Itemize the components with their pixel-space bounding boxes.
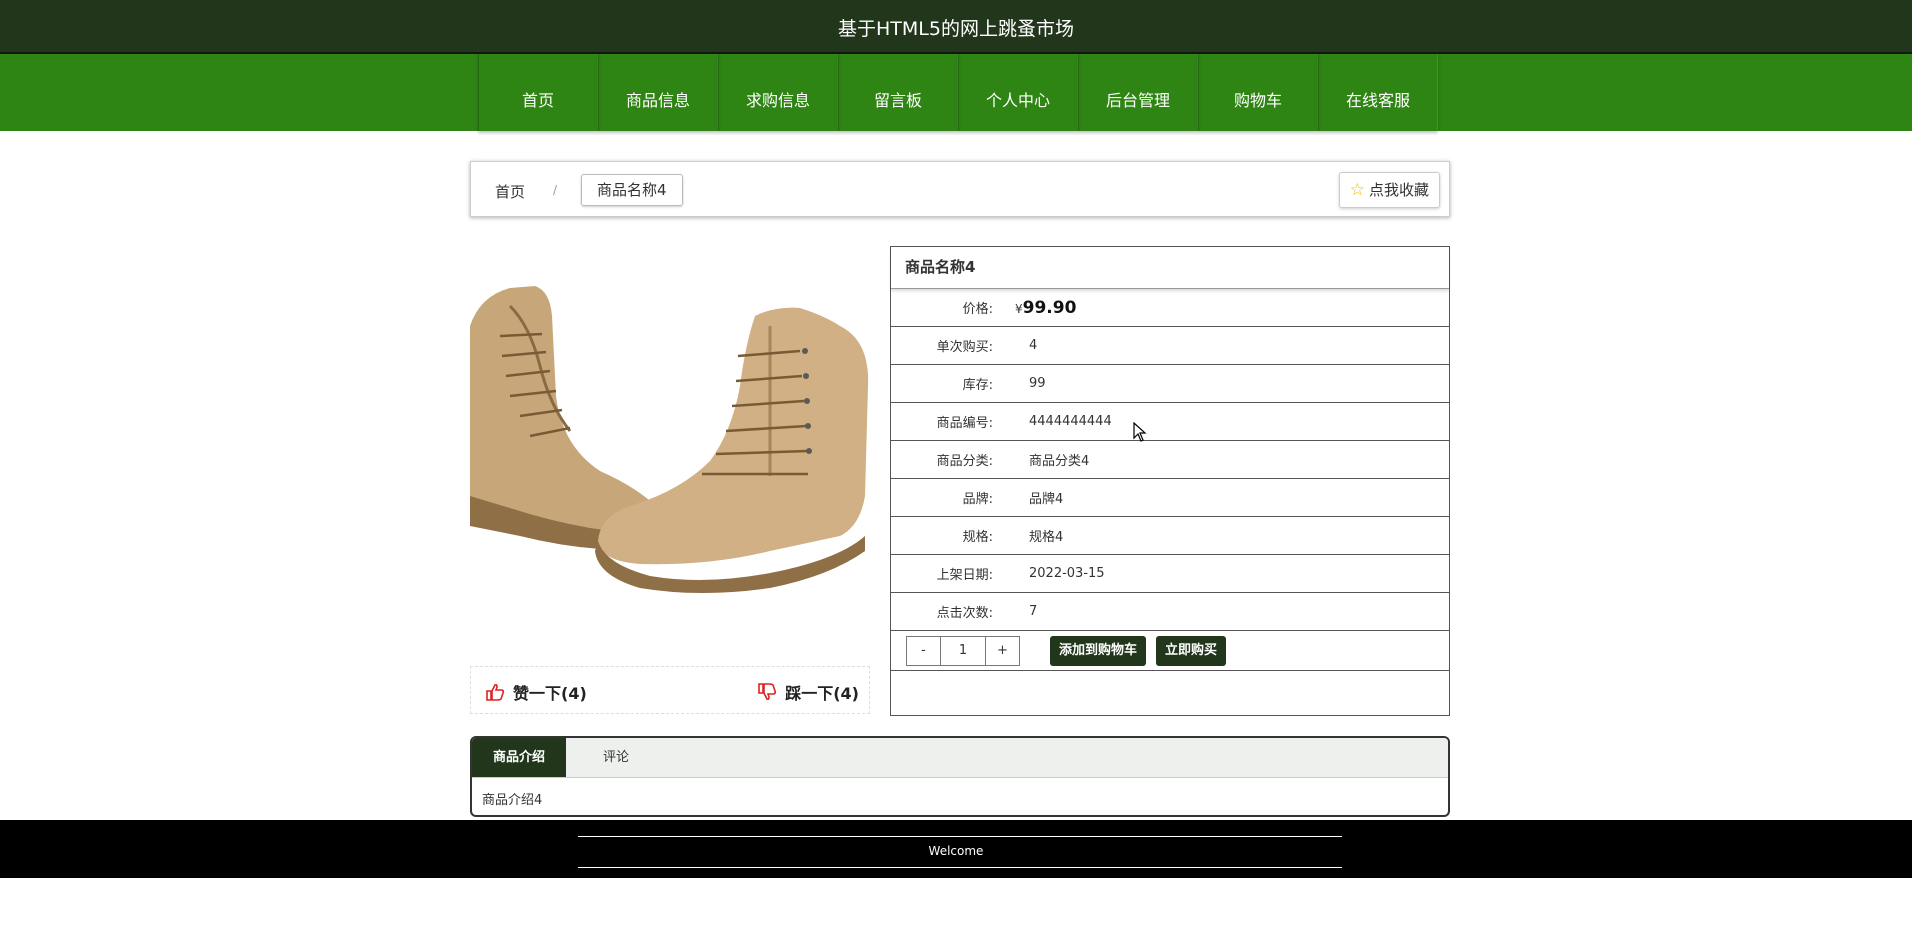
- thumbs-up-icon: [486, 683, 505, 701]
- price-row: 价格: ¥99.90: [891, 289, 1449, 327]
- site-title: 基于HTML5的网上跳蚤市场: [838, 18, 1074, 40]
- quantity-increase-button[interactable]: +: [986, 637, 1019, 665]
- footer-text: Welcome: [928, 844, 984, 858]
- info-value: 2022-03-15: [1029, 566, 1105, 581]
- price-label: 价格:: [962, 302, 993, 317]
- vote-bar: 赞一下(4) 踩一下(4): [470, 666, 870, 714]
- info-label: 单次购买:: [936, 340, 993, 355]
- product-image: [470, 246, 870, 646]
- footer-divider: [578, 836, 1342, 837]
- quantity-decrease-button[interactable]: -: [907, 637, 940, 665]
- info-value: 7: [1029, 604, 1038, 619]
- nav-item-products[interactable]: 商品信息: [598, 54, 718, 131]
- like-button[interactable]: 赞一下(4): [485, 680, 587, 704]
- info-row: 品牌: 品牌4: [891, 479, 1449, 517]
- nav-item-wanted[interactable]: 求购信息: [718, 54, 838, 131]
- tab-header: 商品介绍 评论: [472, 738, 1448, 778]
- buy-now-button[interactable]: 立即购买: [1156, 635, 1227, 666]
- info-label: 商品编号:: [936, 416, 993, 431]
- info-row: 上架日期: 2022-03-15: [891, 555, 1449, 593]
- info-value: 规格4: [1029, 530, 1064, 545]
- mouse-cursor-icon: [1133, 422, 1147, 442]
- thumbs-down-icon: [758, 683, 777, 701]
- favorite-label: 点我收藏: [1368, 181, 1429, 199]
- info-value: 4: [1029, 338, 1038, 353]
- quantity-input[interactable]: 1: [940, 636, 986, 665]
- breadcrumb-home-link[interactable]: 首页: [495, 181, 525, 202]
- product-info-panel: 商品名称4 价格: ¥99.90 单次购买: 4 库存: 99 商品编号: 44…: [890, 246, 1450, 716]
- info-row: 单次购买: 4: [891, 327, 1449, 365]
- star-icon: ☆: [1349, 180, 1365, 200]
- info-label: 商品分类:: [936, 454, 993, 469]
- info-value: 商品分类4: [1029, 454, 1090, 469]
- currency-symbol: ¥: [1015, 301, 1023, 316]
- tab-product-intro[interactable]: 商品介绍: [472, 738, 566, 777]
- nav-item-user-center[interactable]: 个人中心: [958, 54, 1078, 131]
- info-row: 规格: 规格4: [891, 517, 1449, 555]
- info-row: 库存: 99: [891, 365, 1449, 403]
- nav-item-admin[interactable]: 后台管理: [1078, 54, 1198, 131]
- info-label: 品牌:: [962, 492, 993, 507]
- info-label: 规格:: [962, 530, 993, 545]
- footer: Welcome: [0, 820, 1912, 878]
- top-header: 基于HTML5的网上跳蚤市场: [0, 0, 1912, 54]
- nav-list: 首页 商品信息 求购信息 留言板 个人中心 后台管理 购物车 在线客服: [478, 54, 1438, 131]
- price-number: 99.90: [1022, 297, 1077, 318]
- add-to-cart-button[interactable]: 添加到购物车: [1050, 635, 1147, 666]
- nav-item-online-service[interactable]: 在线客服: [1318, 54, 1438, 131]
- dislike-button[interactable]: 踩一下(4): [757, 680, 859, 704]
- tab-content: 商品介绍4: [482, 793, 543, 808]
- quantity-stepper: - 1 +: [906, 635, 1020, 666]
- info-value: 品牌4: [1029, 492, 1064, 507]
- info-row: 商品编号: 4444444444: [891, 403, 1449, 441]
- main-nav: 首页 商品信息 求购信息 留言板 个人中心 后台管理 购物车 在线客服: [0, 54, 1912, 131]
- breadcrumb: 首页 / 商品名称4 ☆ 点我收藏: [470, 161, 1450, 217]
- info-row: 点击次数: 7: [891, 593, 1449, 631]
- footer-divider: [578, 867, 1342, 868]
- dislike-label: 踩一下(4): [785, 684, 859, 703]
- favorite-button[interactable]: ☆ 点我收藏: [1338, 172, 1440, 208]
- price-value: ¥99.90: [1015, 298, 1076, 318]
- info-value: 4444444444: [1029, 414, 1112, 429]
- nav-item-message-board[interactable]: 留言板: [838, 54, 958, 131]
- info-value: 99: [1029, 376, 1046, 391]
- nav-item-cart[interactable]: 购物车: [1198, 54, 1318, 131]
- buy-row: - 1 + 添加到购物车 立即购买: [891, 631, 1449, 671]
- info-label: 库存:: [962, 378, 993, 393]
- like-label: 赞一下(4): [513, 684, 587, 703]
- breadcrumb-separator: /: [553, 183, 558, 197]
- tab-comments[interactable]: 评论: [566, 738, 666, 777]
- product-name: 商品名称4: [891, 247, 1449, 289]
- info-label: 点击次数:: [936, 606, 993, 621]
- nav-item-home[interactable]: 首页: [478, 54, 598, 131]
- info-label: 上架日期:: [936, 568, 993, 583]
- boots-illustration: [470, 286, 869, 593]
- info-row: 商品分类: 商品分类4: [891, 441, 1449, 479]
- breadcrumb-current: 商品名称4: [581, 174, 683, 206]
- detail-tabs: 商品介绍 评论 商品介绍4: [470, 736, 1450, 817]
